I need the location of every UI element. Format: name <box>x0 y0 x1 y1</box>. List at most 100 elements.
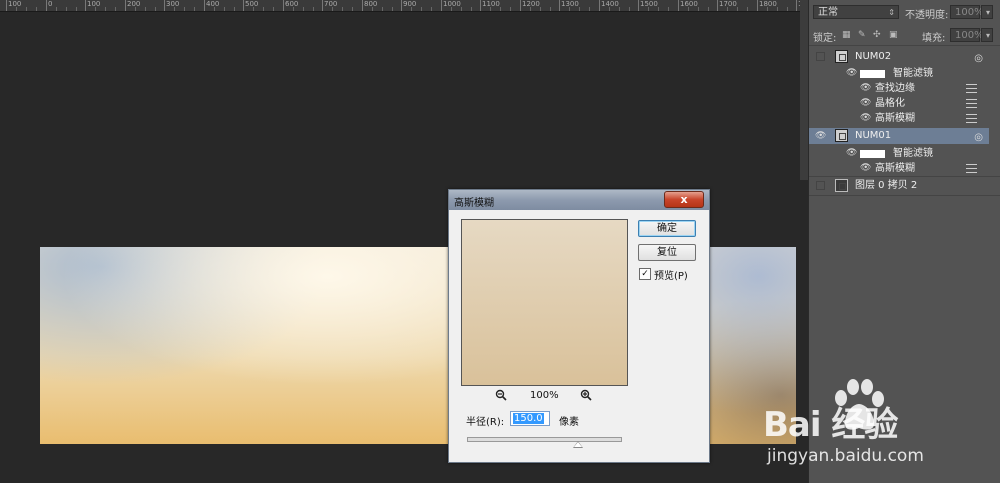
ok-button[interactable]: 确定 <box>638 220 696 237</box>
ruler-major-tick <box>678 0 679 11</box>
ruler-minor-tick <box>747 7 748 11</box>
ruler-minor-tick <box>569 7 570 11</box>
eye-icon[interactable]: 👁 <box>860 96 871 111</box>
fill-field[interactable]: 100% <box>950 28 984 42</box>
layer-row-filter[interactable]: 👁 晶格化 <box>809 96 989 111</box>
smart-object-thumbnail <box>835 50 848 63</box>
ruler-minor-tick <box>115 7 116 11</box>
blur-preview[interactable] <box>461 219 628 386</box>
layer-row-filter[interactable]: 👁 查找边缘 <box>809 81 989 96</box>
preview-checkbox[interactable]: ✓ <box>639 268 651 280</box>
ruler-minor-tick <box>579 7 580 11</box>
reset-button[interactable]: 复位 <box>638 244 696 261</box>
chevron-down-icon: ▾ <box>985 8 990 17</box>
zoom-out-icon[interactable] <box>495 389 507 401</box>
lock-paint-icon[interactable]: ✎ <box>858 31 867 40</box>
ruler-minor-tick <box>550 7 551 11</box>
filter-options-icon[interactable] <box>966 84 977 93</box>
layer-thumbnail <box>835 179 848 192</box>
visibility-toggle[interactable] <box>816 181 825 190</box>
ruler-minor-tick <box>273 7 274 11</box>
chevron-down-icon: ▾ <box>985 31 990 40</box>
fill-dropdown-button[interactable]: ▾ <box>981 28 993 42</box>
ruler-major-tick <box>322 0 323 11</box>
ruler-major-tick <box>599 0 600 11</box>
radius-slider-track[interactable] <box>467 437 622 442</box>
ruler-minor-tick <box>431 7 432 11</box>
layer-row-copy[interactable]: 图层 0 拷贝 2 <box>809 178 989 193</box>
ruler-minor-tick <box>708 7 709 11</box>
filter-options-icon[interactable] <box>966 99 977 108</box>
layer-row-num01[interactable]: 👁 NUM01 ◎ <box>809 128 989 144</box>
visibility-toggle[interactable] <box>816 52 825 61</box>
watermark-brand: Bai 经验 <box>763 405 898 445</box>
ruler-minor-tick <box>253 7 254 11</box>
radius-slider-thumb[interactable] <box>573 441 583 448</box>
opacity-value: 100% <box>955 7 984 18</box>
preview-label[interactable]: 预览(P) <box>654 267 688 282</box>
ruler-minor-tick <box>767 7 768 11</box>
ruler-minor-tick <box>293 7 294 11</box>
smart-object-thumbnail <box>835 129 848 142</box>
ruler-major-tick <box>717 0 718 11</box>
ruler-minor-tick <box>214 7 215 11</box>
layer-row-filter[interactable]: 👁 高斯模糊 <box>809 161 989 176</box>
fill-value: 100% <box>955 30 984 41</box>
ruler-minor-tick <box>342 7 343 11</box>
layer-row-smart-filters[interactable]: 👁 智能滤镜 <box>809 146 989 161</box>
ruler-minor-tick <box>648 7 649 11</box>
layer-row-filter[interactable]: 👁 高斯模糊 <box>809 111 989 126</box>
lock-all-icon[interactable]: ▣ <box>889 31 898 40</box>
layer-name: 智能滤镜 <box>893 148 933 159</box>
lock-transparent-icon[interactable]: ▦ <box>842 31 851 40</box>
ruler-major-tick <box>243 0 244 11</box>
eye-icon[interactable]: 👁 <box>846 66 857 81</box>
opacity-field[interactable]: 100% <box>950 5 984 19</box>
eye-icon[interactable]: 👁 <box>860 161 871 176</box>
filter-options-icon[interactable] <box>966 164 977 173</box>
ruler-major-tick <box>520 0 521 11</box>
opacity-dropdown-button[interactable]: ▾ <box>981 5 993 19</box>
layer-row-smart-filters[interactable]: 👁 智能滤镜 <box>809 66 989 81</box>
ruler-label: 400 <box>206 0 220 8</box>
dialog-titlebar[interactable]: 高斯模糊 x <box>449 190 709 210</box>
fill-label: 填充: <box>922 33 946 44</box>
ruler-minor-tick <box>510 7 511 11</box>
ruler-minor-tick <box>303 7 304 11</box>
ruler-minor-tick <box>332 7 333 11</box>
blend-mode-dropdown[interactable]: 正常 ⇕ <box>813 5 899 19</box>
ruler-minor-tick <box>609 7 610 11</box>
ruler-minor-tick <box>688 7 689 11</box>
layer-row-num02[interactable]: NUM02 ◎ <box>809 49 989 64</box>
canvas-vertical-scrollbar[interactable] <box>800 0 808 180</box>
eye-icon[interactable]: 👁 <box>860 81 871 96</box>
zoom-in-icon[interactable] <box>580 389 592 401</box>
eye-icon[interactable]: 👁 <box>846 146 857 161</box>
ruler-minor-tick <box>392 7 393 11</box>
horizontal-ruler[interactable]: 100 0 100 200 300 400 500 600 700 800 900 1000 1100 1… <box>0 0 808 12</box>
radius-value: 150.0 <box>513 413 544 424</box>
lock-position-icon[interactable]: ✣ <box>873 31 882 40</box>
ruler-label: 900 <box>403 0 417 8</box>
radius-input[interactable]: 150.0 <box>510 411 550 426</box>
ruler-label: 700 <box>324 0 338 8</box>
filter-options-icon[interactable] <box>966 114 977 123</box>
divider <box>809 195 1000 196</box>
ruler-minor-tick <box>698 7 699 11</box>
ruler-minor-tick <box>777 7 778 11</box>
layer-name: NUM02 <box>855 51 892 62</box>
ruler-major-tick <box>559 0 560 11</box>
ruler-minor-tick <box>411 7 412 11</box>
ruler-label: 0 <box>48 0 53 8</box>
eye-icon[interactable]: 👁 <box>815 129 826 144</box>
ruler-label: 600 <box>285 0 299 8</box>
eye-icon[interactable]: 👁 <box>860 111 871 126</box>
ruler-label: 300 <box>166 0 180 8</box>
gaussian-blur-dialog: 高斯模糊 x 确定 复位 ✓ 预览(P) 100% 半径(R): 150.0 像… <box>448 189 710 463</box>
watermark-url: jingyan.baidu.com <box>767 446 924 466</box>
ruler-minor-tick <box>530 7 531 11</box>
ruler-major-tick <box>638 0 639 11</box>
close-button[interactable]: x <box>664 191 704 208</box>
ruler-minor-tick <box>135 7 136 11</box>
ruler-minor-tick <box>658 7 659 11</box>
